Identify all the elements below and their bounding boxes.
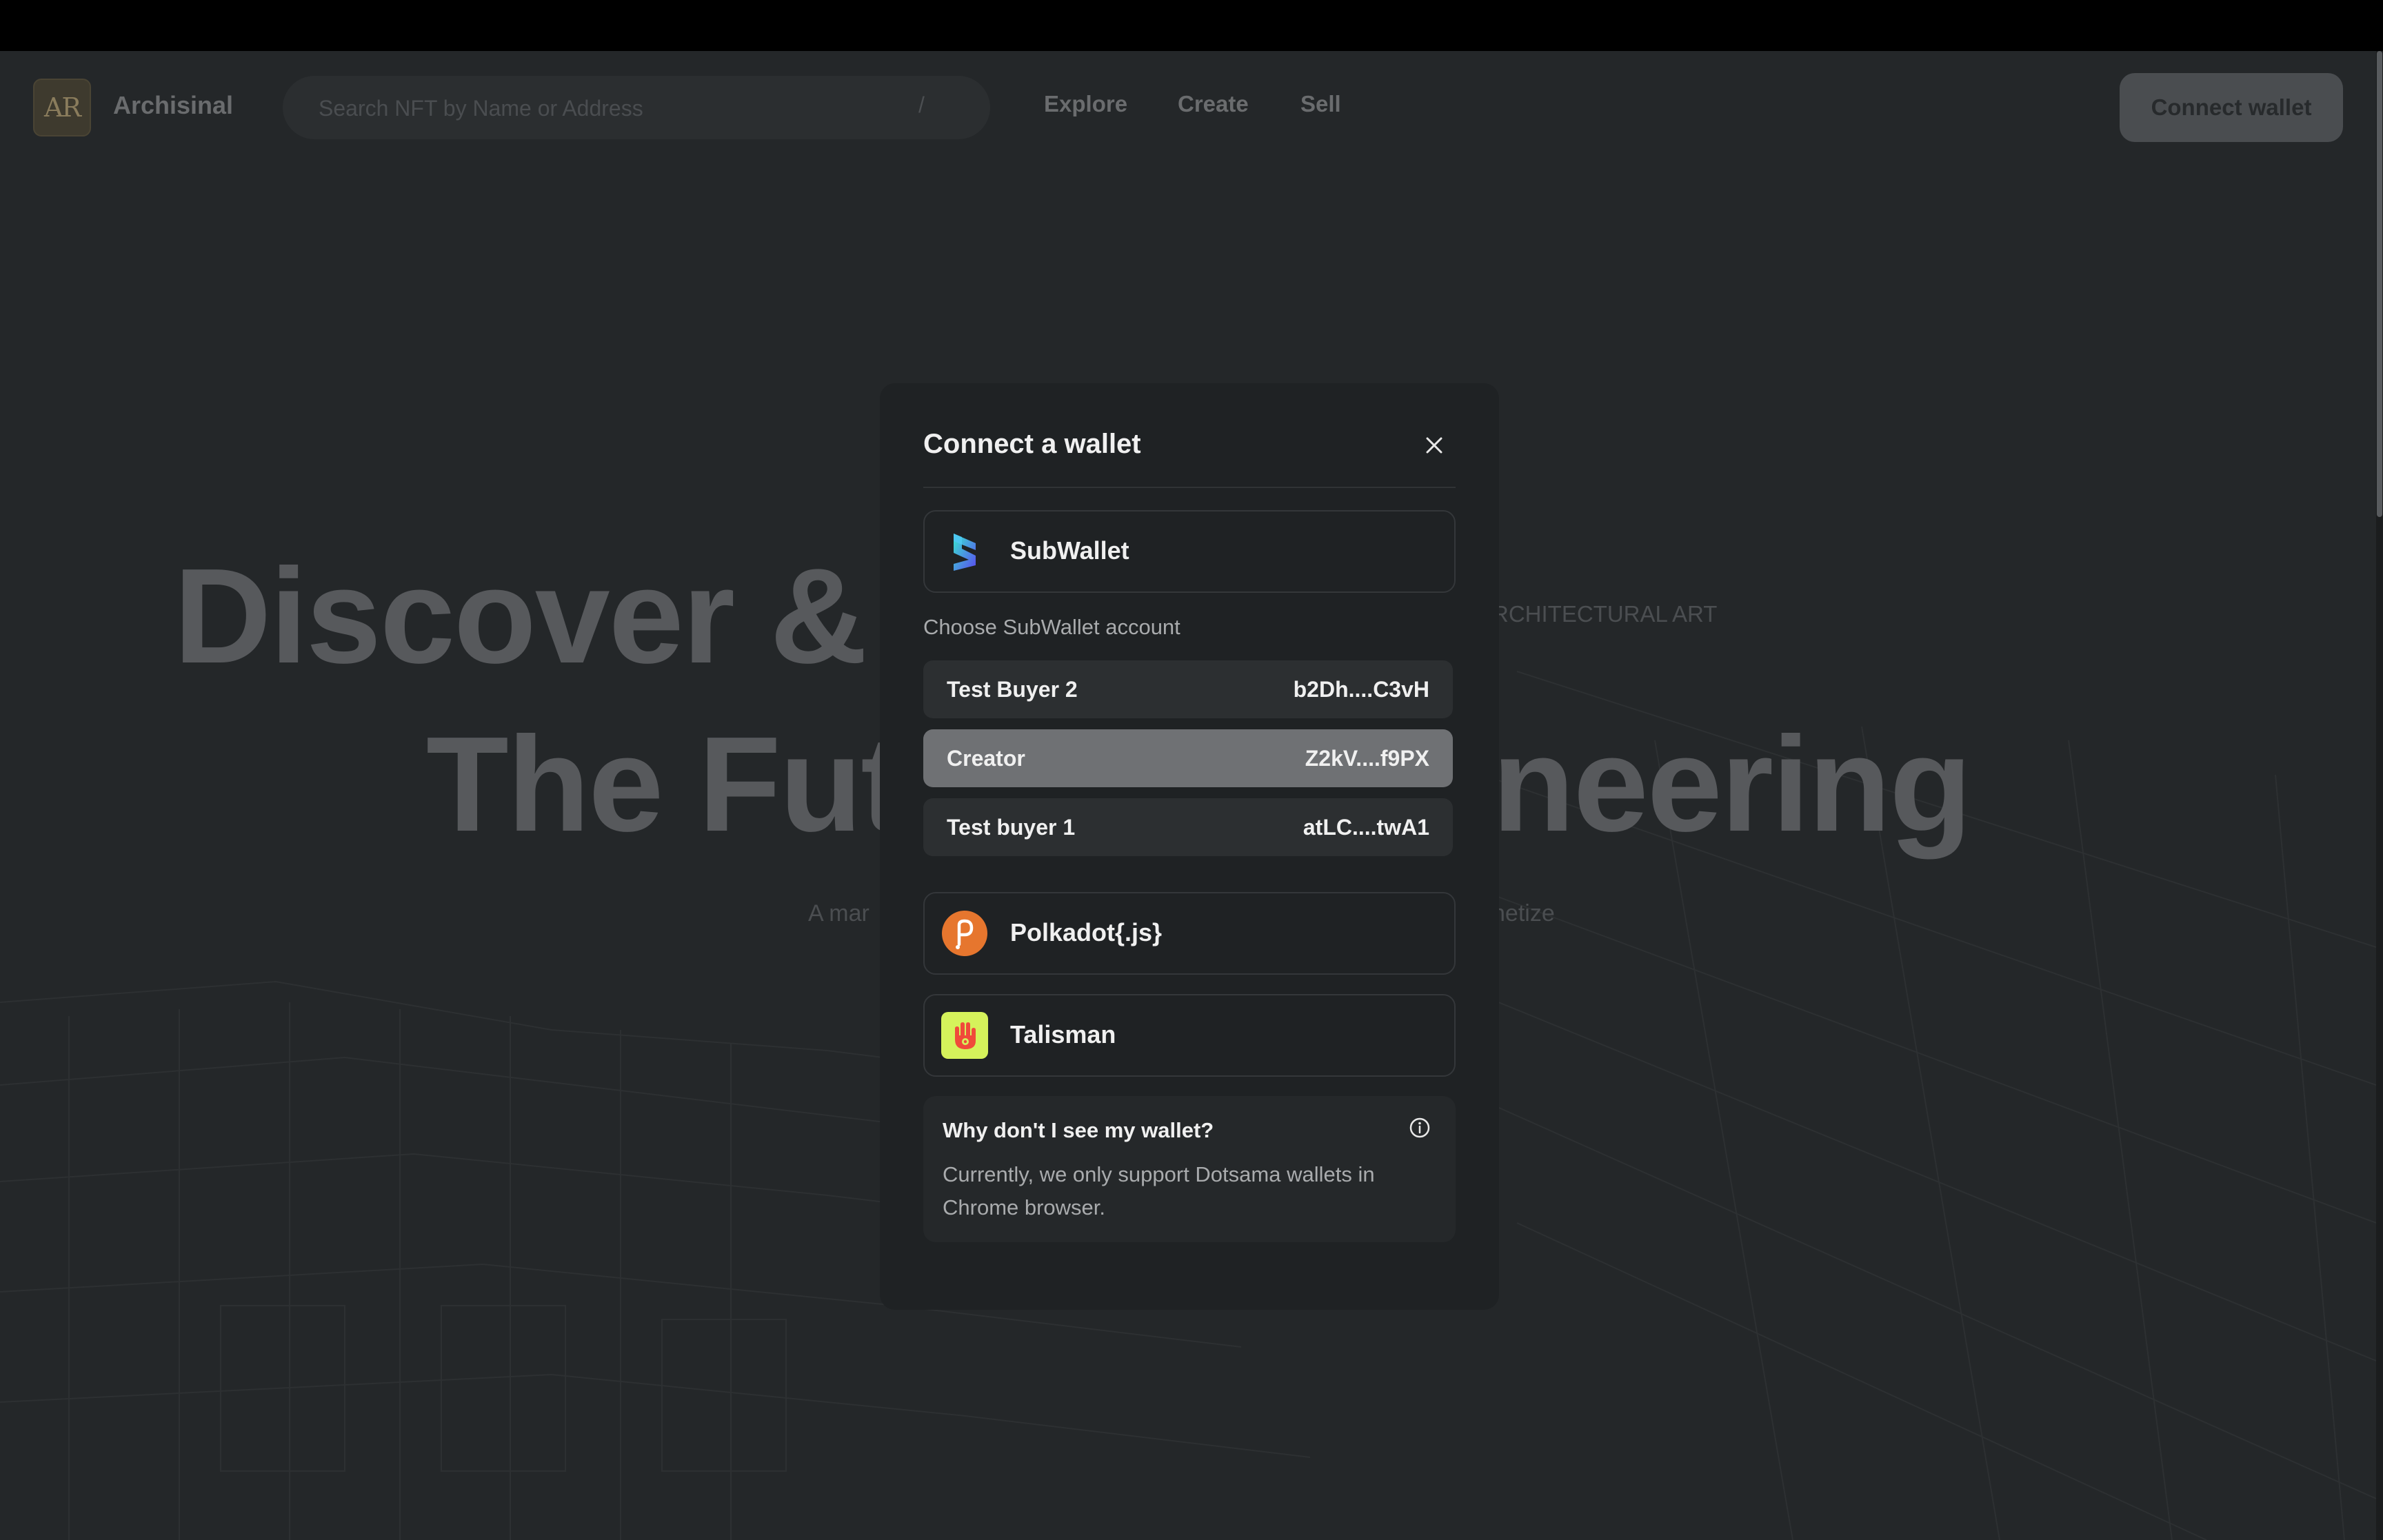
account-row-test-buyer-2[interactable]: Test Buyer 2 b2Dh....C3vH <box>923 660 1453 718</box>
archisinal-logo[interactable]: AR <box>33 79 91 136</box>
wallet-option-subwallet[interactable]: SubWallet <box>923 510 1456 593</box>
nav-create[interactable]: Create <box>1178 91 1249 117</box>
search-bar[interactable]: / <box>283 76 990 139</box>
modal-title: Connect a wallet <box>923 429 1141 459</box>
nav-explore[interactable]: Explore <box>1044 91 1127 117</box>
wallet-name-talisman: Talisman <box>1010 1020 1116 1048</box>
connect-wallet-button[interactable]: Connect wallet <box>2120 73 2343 142</box>
account-row-test-buyer-1[interactable]: Test buyer 1 atLC....twA1 <box>923 798 1453 856</box>
help-description: Currently, we only support Dotsama walle… <box>943 1162 1375 1219</box>
wallet-name-subwallet: SubWallet <box>1010 536 1129 565</box>
account-row-creator[interactable]: Creator Z2kV....f9PX <box>923 729 1453 787</box>
account-name: Test Buyer 2 <box>947 677 1078 702</box>
account-address: b2Dh....C3vH <box>1293 677 1429 702</box>
talisman-icon <box>941 1012 988 1059</box>
wallet-option-polkadot[interactable]: Polkadot{.js} <box>923 892 1456 975</box>
hero-tagline: RCHITECTURAL ART <box>1492 601 1718 627</box>
browser-top-bar <box>0 0 2383 51</box>
connect-wallet-modal: Connect a wallet SubWallet Choose SubWal… <box>880 383 1499 1310</box>
hero-subtitle-right: netize <box>1492 900 1555 926</box>
close-icon[interactable] <box>1420 432 1448 459</box>
hero-headline-line-2-right: neering <box>1492 709 1972 860</box>
search-input[interactable] <box>317 91 899 125</box>
wallet-option-talisman[interactable]: Talisman <box>923 994 1456 1077</box>
account-name: Creator <box>947 746 1025 771</box>
brand-name[interactable]: Archisinal <box>113 91 233 120</box>
help-question: Why don't I see my wallet? <box>943 1118 1214 1142</box>
search-shortcut-hint: / <box>918 92 925 117</box>
wallet-help-box: Why don't I see my wallet? Currently, we… <box>923 1096 1456 1242</box>
subwallet-icon <box>954 534 976 571</box>
choose-account-label: Choose SubWallet account <box>923 615 1180 639</box>
account-address: atLC....twA1 <box>1303 815 1429 840</box>
page-scrollbar-thumb[interactable] <box>2377 51 2382 517</box>
account-address: Z2kV....f9PX <box>1305 746 1429 771</box>
app-background: AR Archisinal / Explore Create Sell Conn… <box>0 51 2376 1540</box>
info-icon[interactable] <box>1407 1115 1432 1140</box>
hero-headline-line-1: Discover & C <box>174 540 1000 691</box>
logo-text: AR <box>43 92 81 123</box>
account-name: Test buyer 1 <box>947 815 1076 840</box>
wallet-name-polkadot: Polkadot{.js} <box>1010 918 1163 946</box>
polkadot-icon <box>942 911 987 956</box>
nav-sell[interactable]: Sell <box>1300 91 1341 117</box>
modal-divider <box>923 487 1456 488</box>
hero-subtitle-left: A mar <box>808 900 869 926</box>
